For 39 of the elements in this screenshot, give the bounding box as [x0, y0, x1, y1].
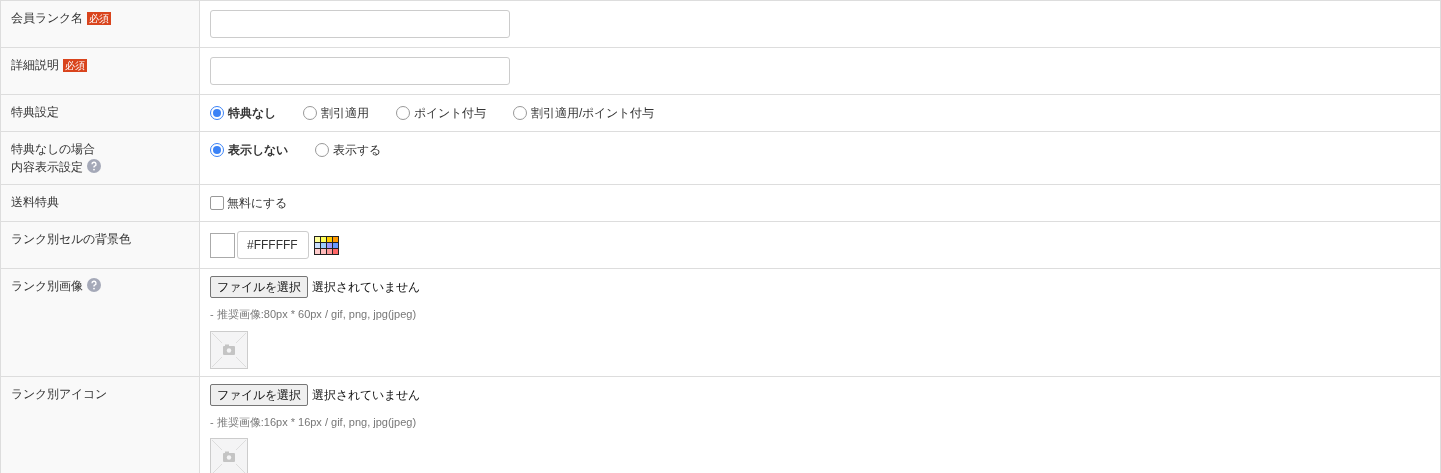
- radio-label: 表示する: [333, 142, 381, 159]
- field-label: 会員ランク名: [11, 11, 83, 25]
- radio-button[interactable]: [303, 106, 317, 120]
- text-field[interactable]: [210, 57, 510, 85]
- file-status: 選択されていません: [312, 279, 420, 296]
- text-field[interactable]: [210, 10, 510, 38]
- field-label: 特典設定: [11, 105, 59, 119]
- radio-button[interactable]: [210, 143, 224, 157]
- checkbox[interactable]: [210, 196, 224, 210]
- field-label: ランク別セルの背景色: [11, 232, 131, 246]
- field-label: 送料特典: [11, 195, 59, 209]
- field-label: 詳細説明: [11, 58, 59, 72]
- radio-label: 表示しない: [228, 142, 288, 159]
- field-label: ランク別画像: [11, 279, 83, 293]
- radio-label: 割引適用: [321, 105, 369, 122]
- field-label: 特典なしの場合: [11, 142, 95, 156]
- radio-button[interactable]: [513, 106, 527, 120]
- file-status: 選択されていません: [312, 386, 420, 404]
- field-label: ランク別アイコン: [11, 386, 107, 401]
- file-hint: - 推奨画像:80px * 60px / gif, png, jpg(jpeg): [210, 307, 418, 322]
- required-badge: 必須: [63, 59, 87, 72]
- radio-label: 割引適用/ポイント付与: [531, 105, 655, 122]
- color-code-field[interactable]: #FFFFFF: [237, 231, 309, 259]
- help-icon[interactable]: [87, 159, 101, 173]
- required-badge: 必須: [87, 12, 111, 25]
- radio-button[interactable]: [210, 106, 224, 120]
- radio-label: ポイント付与: [414, 105, 486, 122]
- image-placeholder-icon: [210, 330, 248, 369]
- radio-button[interactable]: [315, 143, 329, 157]
- choose-file-button[interactable]: ファイルを選択: [210, 383, 308, 406]
- help-icon[interactable]: [87, 278, 101, 292]
- radio-button[interactable]: [396, 106, 410, 120]
- file-hint: - 推奨画像:16px * 16px / gif, png, jpg(jpeg): [210, 414, 418, 430]
- field-label: 内容表示設定: [11, 160, 83, 174]
- choose-file-button[interactable]: ファイルを選択: [210, 276, 308, 298]
- checkbox-label: 無料にする: [227, 195, 287, 212]
- radio-label: 特典なし: [228, 105, 276, 122]
- color-palette-icon[interactable]: [314, 235, 339, 255]
- color-swatch: [210, 232, 235, 258]
